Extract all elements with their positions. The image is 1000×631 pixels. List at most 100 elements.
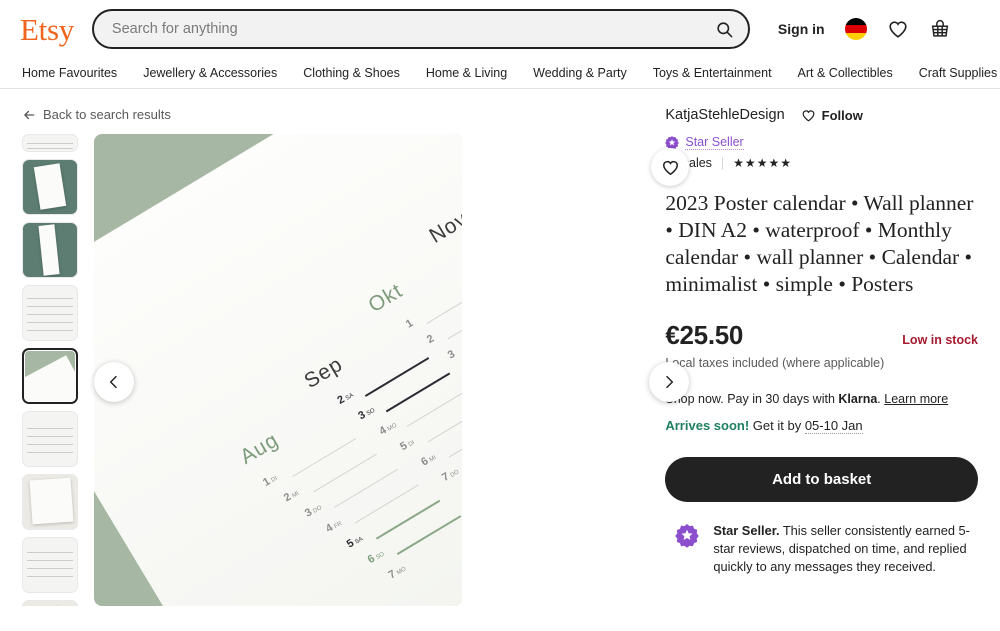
basket-icon xyxy=(931,20,948,37)
gallery-column: Back to search results Aug Sep Okt Nov 1… xyxy=(22,107,690,606)
calendar-day: 4MO xyxy=(377,422,399,438)
shop-name-link[interactable]: KatjaStehleDesign xyxy=(665,107,784,123)
product-price: €25.50 xyxy=(665,320,744,350)
calendar-day: 1 xyxy=(403,317,416,331)
calendar-day: 8FR xyxy=(461,481,462,499)
nav-item-craft-supplies[interactable]: Craft Supplies xyxy=(919,66,998,80)
arrow-left-icon xyxy=(24,110,35,119)
heart-icon xyxy=(802,109,815,122)
arrives-prefix: Get it by xyxy=(749,418,805,433)
thumbnail-artwork xyxy=(23,538,77,592)
germany-flag-icon[interactable] xyxy=(844,18,867,40)
klarna-learn-more-link[interactable]: Learn more xyxy=(884,392,948,406)
sales-and-rating-row: 51 sales | ★★★★★ xyxy=(665,156,978,170)
back-to-search-results-link[interactable]: Back to search results xyxy=(22,107,643,122)
nav-item-art-collectibles[interactable]: Art & Collectibles xyxy=(798,66,893,80)
price-row: €25.50 Low in stock xyxy=(665,320,978,351)
star-seller-row: Star Seller xyxy=(665,135,978,150)
calendar-day: 5SA xyxy=(344,536,365,551)
nav-item-jewellery-accessories[interactable]: Jewellery & Accessories xyxy=(143,66,277,80)
site-header: Etsy Sign in xyxy=(0,0,1000,58)
sign-in-link[interactable]: Sign in xyxy=(778,21,825,37)
stock-status-badge: Low in stock xyxy=(902,333,978,347)
thumbnail-artwork xyxy=(29,477,74,525)
product-gallery: Aug Sep Okt Nov Dez 1DI 2MI 3DO 4FR 5SA xyxy=(22,134,690,606)
thumbnail-calendar-on-green-1[interactable] xyxy=(22,159,78,215)
heart-icon xyxy=(888,21,907,38)
tax-note: Local taxes included (where applicable) xyxy=(665,356,885,370)
rating-stars[interactable]: ★★★★★ xyxy=(733,156,792,170)
search-bar[interactable] xyxy=(91,9,750,49)
thumbnail-artwork xyxy=(23,135,77,151)
calendar-day: 4FR xyxy=(323,520,344,536)
cart-button[interactable] xyxy=(929,18,951,40)
thumbnail-strip[interactable] xyxy=(22,134,80,606)
nav-item-toys-entertainment[interactable]: Toys & Entertainment xyxy=(653,66,772,80)
header-actions: Sign in xyxy=(778,18,951,40)
search-submit-button[interactable] xyxy=(708,12,742,46)
nav-item-clothing-shoes[interactable]: Clothing & Shoes xyxy=(303,66,400,80)
klarna-row: Shop now. Pay in 30 days with Klarna. Le… xyxy=(665,392,978,406)
star-seller-note: Star Seller. This seller consistently ea… xyxy=(665,522,978,576)
thumbnail-partial-top[interactable] xyxy=(22,134,78,152)
shop-row: KatjaStehleDesign Follow xyxy=(665,107,978,123)
calendar-day-line xyxy=(426,287,462,325)
calendar-day: 3DO xyxy=(302,504,324,520)
delivery-estimate-row: Arrives soon! Get it by 05-10 Jan xyxy=(665,418,978,434)
follow-shop-button[interactable]: Follow xyxy=(801,108,863,123)
calendar-day: 6MI xyxy=(419,454,438,469)
star-seller-badge-icon xyxy=(675,524,700,548)
add-to-basket-button[interactable]: Add to basket xyxy=(665,457,978,502)
thumbnail-calendar-months[interactable] xyxy=(22,411,78,467)
calendar-month-aug: Aug xyxy=(236,428,283,469)
favorites-button[interactable] xyxy=(887,18,909,40)
klarna-brand: Klarna xyxy=(838,392,878,406)
thumbnail-artwork xyxy=(23,412,77,466)
product-details-column: KatjaStehleDesign Follow Star Seller 51 … xyxy=(665,107,978,606)
thumbnail-artwork xyxy=(23,286,77,340)
etsy-logo[interactable]: Etsy xyxy=(20,14,74,45)
nav-item-home-living[interactable]: Home & Living xyxy=(426,66,507,80)
search-input[interactable] xyxy=(111,21,708,37)
chevron-left-icon xyxy=(109,375,117,389)
thumbnail-calendar-grid[interactable] xyxy=(22,537,78,593)
calendar-day: 3SO xyxy=(356,407,377,423)
star-seller-label[interactable]: Star Seller xyxy=(685,135,744,150)
calendar-day: 2 xyxy=(424,332,437,347)
thumbnail-artwork xyxy=(33,163,67,211)
category-nav: Home Favourites Jewellery & Accessories … xyxy=(0,58,1000,89)
calendar-day: 2SA xyxy=(335,392,355,407)
calendar-day: 5DI xyxy=(398,439,416,454)
chevron-right-icon xyxy=(666,375,674,389)
klarna-text: Shop now. Pay in 30 days with xyxy=(665,392,839,406)
calendar-month-nov: Nov xyxy=(425,207,462,248)
gallery-prev-button[interactable] xyxy=(94,362,134,402)
follow-label: Follow xyxy=(821,107,863,123)
calendar-day: 7DO xyxy=(439,469,461,484)
calendar-month-okt: Okt xyxy=(364,279,407,318)
thumbnail-calendar-on-green-2[interactable] xyxy=(22,222,78,278)
main-product-image[interactable]: Aug Sep Okt Nov Dez 1DI 2MI 3DO 4FR 5SA xyxy=(94,134,462,606)
arrives-soon-label: Arrives soon! xyxy=(665,418,750,433)
nav-item-home-favourites[interactable]: Home Favourites xyxy=(22,66,117,80)
page-title: 2023 Poster calendar • Wall planner • DI… xyxy=(665,191,974,296)
thumbnail-artwork xyxy=(24,354,76,402)
calendar-day: 1DI xyxy=(260,475,279,489)
thumbnail-calendar-pen[interactable] xyxy=(22,474,78,530)
thumbnail-artwork xyxy=(38,224,61,276)
divider: | xyxy=(720,156,725,170)
heart-icon xyxy=(662,160,678,175)
calendar-day: 2MI xyxy=(281,490,301,505)
star-seller-note-text: Star Seller. This seller consistently ea… xyxy=(713,522,978,576)
star-seller-note-title: Star Seller. xyxy=(713,523,780,538)
calendar-month-sep: Sep xyxy=(300,352,347,394)
calendar-day: 3 xyxy=(445,348,458,362)
thumbnail-calendar-flat[interactable] xyxy=(22,285,78,341)
nav-item-wedding-party[interactable]: Wedding & Party xyxy=(533,66,627,80)
delivery-date[interactable]: 05-10 Jan xyxy=(804,418,863,434)
back-link-label: Back to search results xyxy=(43,107,171,122)
thumbnail-calendar-angle-selected[interactable] xyxy=(22,348,78,404)
search-icon xyxy=(717,21,733,37)
thumbnail-calendar-held[interactable] xyxy=(22,600,78,606)
thumbnail-artwork xyxy=(29,605,67,606)
